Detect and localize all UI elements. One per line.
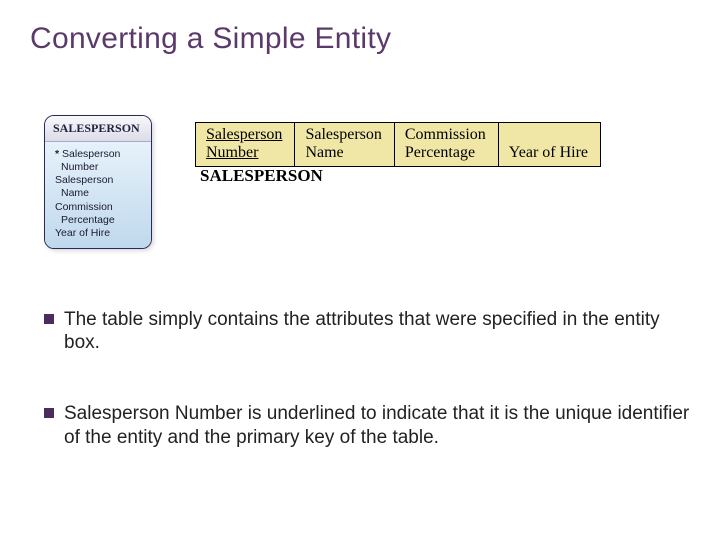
entity-attr: Year of Hire	[53, 227, 143, 240]
relation-col: Salesperson Number	[196, 123, 295, 167]
entity-name: SALESPERSON	[45, 116, 151, 142]
slide-title: Converting a Simple Entity	[30, 22, 391, 56]
relation-table: Salesperson Number Salesperson Name Comm…	[195, 122, 601, 167]
entity-attributes: Salesperson Number Salesperson Name Comm…	[45, 142, 151, 248]
relation-col: Commission Percentage	[394, 123, 498, 167]
entity-attr: Commission Percentage	[53, 201, 143, 227]
relation-col: Salesperson Name	[295, 123, 394, 167]
entity-attr: Salesperson Name	[53, 174, 143, 200]
bullet-item: The table simply contains the attributes…	[44, 308, 690, 354]
bullet-list: The table simply contains the attributes…	[44, 308, 690, 497]
relation-col: Year of Hire	[498, 123, 600, 167]
entity-box: SALESPERSON Salesperson Number Salespers…	[44, 115, 152, 249]
relation-name-label: SALESPERSON	[200, 166, 323, 186]
bullet-item: Salesperson Number is underlined to indi…	[44, 402, 690, 448]
entity-attr: Salesperson Number	[53, 148, 143, 174]
